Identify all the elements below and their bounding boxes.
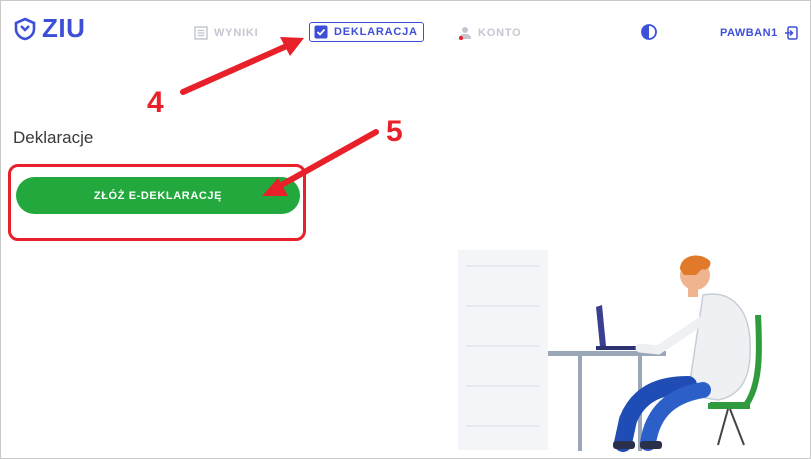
nav-wyniki[interactable]: WYNIKI bbox=[194, 26, 259, 40]
top-navbar: ZIU WYNIKI DEKLARACJA KONTO PAWBAN1 bbox=[0, 0, 811, 60]
theme-toggle-button[interactable] bbox=[641, 24, 657, 45]
nav-deklaracja-label: DEKLARACJA bbox=[334, 26, 418, 38]
nav-wyniki-label: WYNIKI bbox=[214, 27, 259, 39]
nav-konto[interactable]: KONTO bbox=[458, 26, 522, 40]
page-title: Deklaracje bbox=[13, 128, 94, 147]
annotation-step-4: 4 bbox=[147, 86, 164, 119]
nav-konto-label: KONTO bbox=[478, 27, 522, 39]
person-at-desk-illustration bbox=[458, 250, 762, 452]
logout-icon[interactable] bbox=[784, 26, 798, 40]
shield-icon bbox=[14, 17, 36, 40]
document-icon bbox=[194, 26, 208, 40]
logo[interactable]: ZIU bbox=[14, 13, 85, 44]
user-menu[interactable]: PAWBAN1 bbox=[720, 26, 798, 40]
annotation-step-5: 5 bbox=[386, 115, 403, 148]
nav-deklaracja[interactable]: DEKLARACJA bbox=[309, 22, 424, 42]
contrast-icon bbox=[641, 24, 657, 40]
submit-e-declaration-button[interactable]: ZŁÓŻ E-DEKLARACJĘ bbox=[16, 177, 300, 214]
logo-text: ZIU bbox=[42, 13, 86, 43]
user-icon bbox=[459, 27, 471, 40]
checklist-icon bbox=[314, 25, 328, 39]
username: PAWBAN1 bbox=[720, 27, 778, 39]
